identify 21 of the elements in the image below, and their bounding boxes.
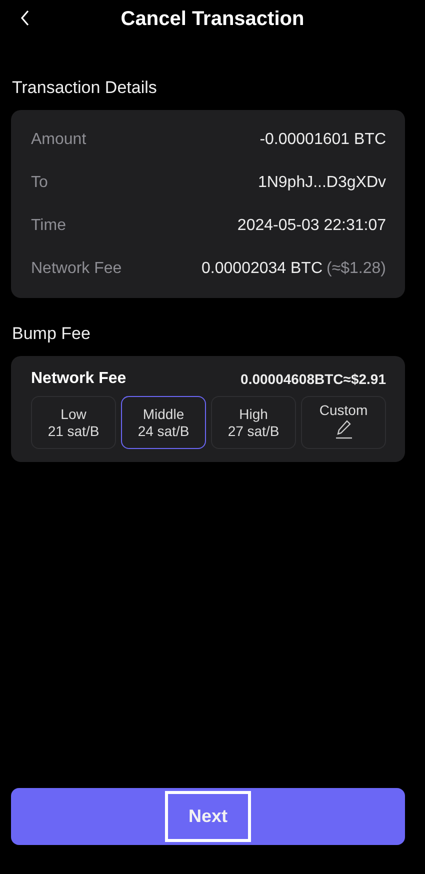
detail-note: (≈$1.28) [326,260,386,276]
detail-value: 0.00002034 BTC [202,260,323,276]
screen-title: Cancel Transaction [120,8,304,30]
detail-label: Amount [31,130,86,148]
detail-value: 1N9phJ...D3gXDv [258,174,386,190]
next-button[interactable]: Next [11,788,405,845]
fee-option[interactable]: Custom [301,396,386,449]
detail-label: Time [31,216,66,234]
fee-option[interactable]: Low 21 sat/B [31,396,116,449]
section-title: Transaction Details [12,78,157,98]
back-icon[interactable] [20,10,30,26]
fee-option[interactable]: High 27 sat/B [211,396,296,449]
section-title: Bump Fee [12,324,90,344]
fee-value: 0.00004608BTC≈$2.91 [240,371,386,387]
detail-label: Network Fee [31,260,122,278]
detail-value: -0.00001601 BTC [260,130,386,148]
fee-option[interactable]: Middle 24 sat/B [121,396,206,449]
detail-value: 2024-05-03 22:31:07 [237,216,386,234]
fee-label: Network Fee [31,370,126,388]
pencil-icon [334,419,352,439]
detail-label: To [31,174,48,192]
